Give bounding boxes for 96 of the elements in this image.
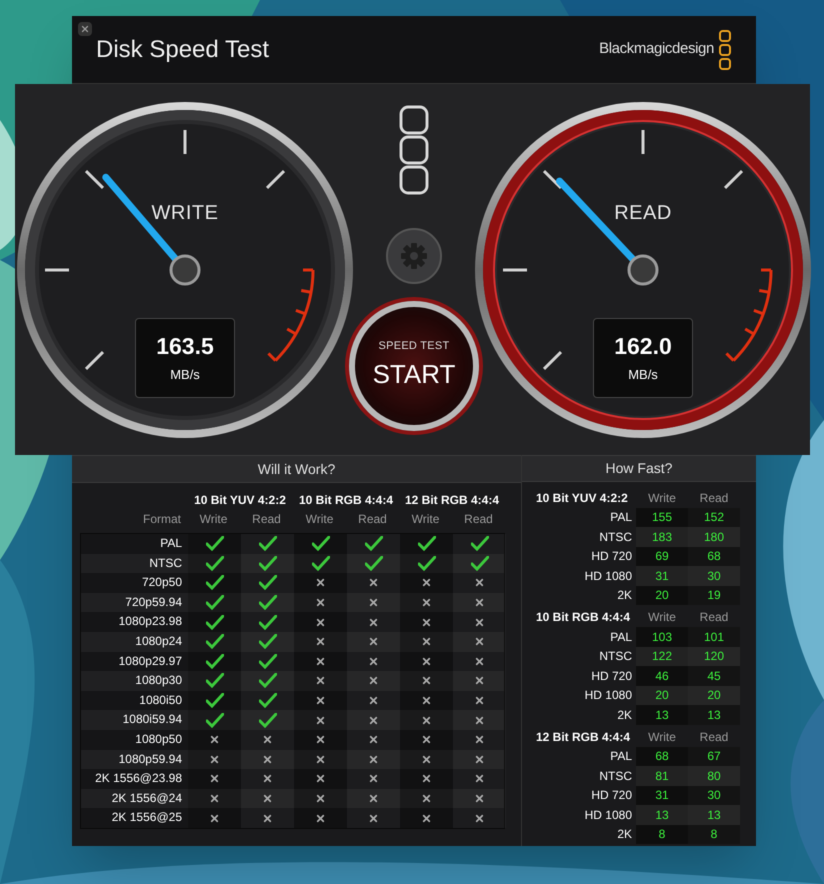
format-label: 1080p30 — [134, 672, 183, 690]
read-speed: 180 — [688, 527, 740, 546]
brand-logo-icon — [718, 28, 732, 70]
squares-logo-icon — [399, 105, 429, 195]
write-speed: 8 — [636, 824, 688, 844]
format-label: 1080p23.98 — [118, 613, 183, 630]
column-heading: Read — [463, 511, 494, 528]
column-heading: Read — [698, 609, 730, 626]
start-caption: SPEED TEST — [378, 339, 450, 354]
format-label: 2K — [616, 706, 633, 724]
write-speed: 20 — [636, 686, 688, 705]
speed-value: 162.0 — [614, 332, 672, 361]
read-speed: 152 — [688, 508, 740, 527]
format-label: 2K — [616, 826, 633, 844]
write-speed: 46 — [636, 666, 688, 686]
format-label: 1080i59.94 — [122, 711, 183, 728]
write-speed: 13 — [636, 705, 688, 724]
column-heading: Write — [647, 609, 677, 626]
format-label: HD 1080 — [584, 806, 633, 824]
format-label: PAL — [609, 748, 633, 766]
write-speed: 103 — [636, 627, 688, 646]
close-button[interactable] — [78, 22, 92, 36]
read-speed: 19 — [688, 586, 740, 605]
format-label: 1080p59.94 — [118, 750, 183, 768]
read-speed: 67 — [688, 746, 740, 766]
format-label: PAL — [159, 535, 183, 552]
write-speed: 68 — [636, 746, 688, 766]
format-label: NTSC — [598, 528, 633, 546]
format-label: HD 1080 — [584, 687, 633, 704]
settings-icon — [399, 241, 429, 271]
column-heading: Write — [647, 728, 677, 746]
format-label: 720p59.94 — [124, 594, 183, 611]
read-speed: 20 — [688, 686, 740, 705]
format-label: NTSC — [598, 768, 633, 785]
read-speed: 45 — [688, 666, 740, 686]
group-heading: 10 Bit RGB 4:4:4 — [298, 492, 394, 509]
format-label: 720p50 — [140, 574, 183, 592]
column-heading: Read — [357, 511, 388, 528]
format-label: NTSC — [148, 554, 183, 572]
write-speed: 155 — [636, 508, 688, 527]
group-heading: 12 Bit RGB 4:4:4 — [404, 492, 500, 509]
format-label: 1080p24 — [134, 632, 183, 650]
column-heading: Format — [142, 511, 182, 528]
column-heading: Read — [698, 728, 730, 746]
write-speed: 69 — [636, 546, 688, 566]
format-label: 2K — [616, 587, 633, 604]
read-speed: 68 — [688, 546, 740, 566]
gauge-label: READ — [613, 201, 673, 226]
read-speed: 13 — [688, 705, 740, 724]
window-title: Disk Speed Test — [96, 34, 269, 64]
format-label: HD 720 — [590, 548, 633, 566]
panel-title: How Fast? — [606, 458, 672, 478]
write-speed: 20 — [636, 586, 688, 605]
format-label: 1080p29.97 — [118, 652, 183, 670]
column-heading: Write — [304, 511, 334, 528]
column-heading: Write — [410, 511, 440, 528]
format-label: HD 720 — [590, 668, 633, 685]
column-heading: Write — [647, 490, 677, 506]
column-heading: Read — [698, 490, 730, 506]
write-speed: 31 — [636, 786, 688, 805]
format-label: 2K 1556@24 — [110, 790, 183, 807]
format-label: NTSC — [598, 648, 633, 666]
read-speed: 120 — [688, 646, 740, 666]
speed-unit: MB/s — [628, 366, 658, 384]
group-heading: 10 Bit YUV 4:2:2 — [193, 492, 287, 509]
group-heading: 10 Bit YUV 4:2:2 — [536, 490, 629, 506]
format-label: PAL — [609, 509, 633, 526]
write-speed: 81 — [636, 766, 688, 786]
read-speed: 30 — [688, 566, 740, 586]
format-label: 1080i50 — [138, 692, 183, 709]
read-speed: 30 — [688, 786, 740, 805]
read-speed: 8 — [688, 824, 740, 844]
close-icon — [80, 24, 90, 34]
format-label: 1080p50 — [134, 730, 183, 748]
format-label: PAL — [609, 628, 633, 646]
group-heading: 12 Bit RGB 4:4:4 — [536, 728, 632, 746]
read-speed: 13 — [688, 805, 740, 824]
write-speed: 122 — [636, 646, 688, 666]
read-speed: 101 — [688, 627, 740, 646]
group-heading: 10 Bit RGB 4:4:4 — [536, 609, 632, 626]
read-speed: 80 — [688, 766, 740, 786]
column-heading: Read — [251, 511, 282, 528]
panel-title: Will it Work? — [258, 460, 336, 478]
column-heading: Write — [198, 511, 228, 528]
write-speed: 13 — [636, 805, 688, 824]
gauge-label: WRITE — [150, 201, 220, 226]
speed-unit: MB/s — [170, 366, 200, 384]
format-label: HD 1080 — [584, 568, 633, 585]
brand-name: Blackmagicdesign — [599, 39, 714, 60]
format-label: 2K 1556@25 — [110, 809, 183, 826]
start-label: START — [372, 358, 456, 391]
format-label: HD 720 — [590, 787, 633, 804]
format-label: 2K 1556@23.98 — [94, 770, 183, 788]
speed-value: 163.5 — [156, 332, 214, 361]
write-speed: 183 — [636, 527, 688, 546]
write-speed: 31 — [636, 566, 688, 586]
